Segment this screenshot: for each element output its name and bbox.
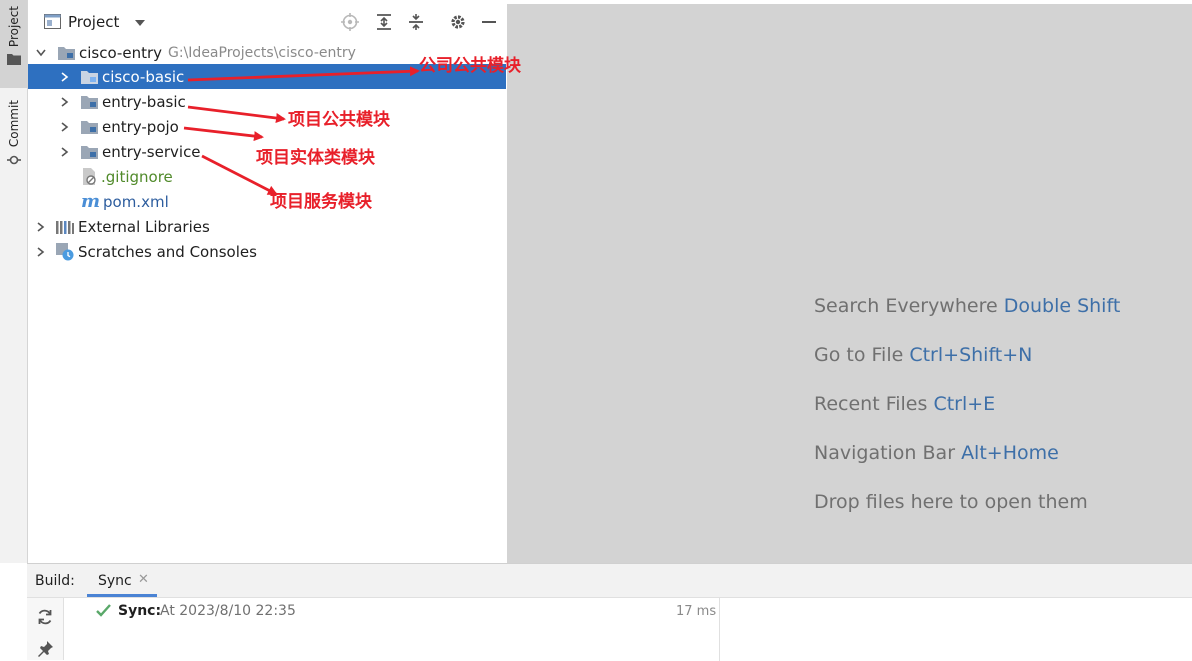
success-check-icon [96, 604, 111, 617]
build-pane-divider [719, 598, 720, 661]
build-label: Build: [35, 573, 75, 589]
project-panel-title[interactable]: Project [68, 13, 119, 31]
chevron-down-icon[interactable] [34, 46, 48, 60]
libraries-icon [56, 220, 74, 234]
hide-panel-icon[interactable] [479, 12, 499, 32]
annotation-label: 公司公共模块 [419, 56, 521, 76]
commit-tool-tab-label: Commit [6, 100, 21, 148]
project-view-icon [44, 14, 61, 29]
hint-text: Go to File [814, 344, 904, 366]
project-tool-tab-label: Project [6, 6, 21, 48]
module-folder-icon [81, 70, 98, 84]
hint-search-everywhere: Search Everywhere Double Shift [814, 295, 1120, 317]
annotation-label: 项目公共模块 [288, 110, 390, 130]
pin-icon[interactable] [36, 640, 54, 658]
hint-text: Drop files here to open them [814, 491, 1088, 513]
build-output-panel: Sync: At 2023/8/10 22:35 17 ms [27, 597, 1192, 661]
tree-item-label: External Libraries [78, 217, 210, 236]
hint-shortcut: Alt+Home [961, 442, 1059, 464]
tree-item-entry-pojo[interactable]: entry-pojo [58, 114, 179, 139]
annotation-label: 项目服务模块 [270, 192, 372, 212]
dropdown-chevron-icon[interactable] [134, 19, 146, 27]
module-folder-icon [58, 46, 75, 60]
build-tab-bar: Build: Sync ✕ [27, 563, 1192, 597]
project-panel-header: Project [28, 4, 506, 38]
chevron-right-icon[interactable] [58, 70, 72, 84]
tree-item-label: entry-pojo [102, 117, 179, 136]
annotation-label: 项目实体类模块 [256, 148, 375, 168]
tab-sync[interactable]: Sync ✕ [87, 564, 157, 597]
expand-all-icon[interactable] [374, 12, 394, 32]
tree-item-label: .gitignore [101, 167, 173, 186]
hint-go-to-file: Go to File Ctrl+Shift+N [814, 344, 1032, 366]
sync-status-time: At 2023/8/10 22:35 [160, 603, 296, 619]
tree-item-entry-basic[interactable]: entry-basic [58, 89, 186, 114]
tree-item-entry-service[interactable]: entry-service [58, 139, 201, 164]
hint-drop-files: Drop files here to open them [814, 491, 1088, 513]
editor-empty-area[interactable]: Search Everywhere Double Shift Go to Fil… [507, 4, 1192, 563]
project-panel: Project cisco-entry G:\IdeaProjects\cisc… [28, 0, 506, 563]
chevron-right-icon[interactable] [34, 245, 48, 259]
root-project-path: G:\IdeaProjects\cisco-entry [168, 44, 356, 61]
folder-icon [6, 54, 21, 66]
tree-item-label: Scratches and Consoles [78, 242, 257, 261]
root-project-name: cisco-entry [79, 43, 163, 62]
close-icon[interactable]: ✕ [138, 572, 149, 587]
chevron-right-icon[interactable] [58, 95, 72, 109]
hint-shortcut: Double Shift [1003, 295, 1121, 317]
maven-icon: m [81, 191, 101, 212]
hint-text: Search Everywhere [814, 295, 998, 317]
project-tool-tab[interactable]: Project [0, 0, 27, 88]
left-tool-strip: Project Commit [0, 0, 28, 563]
chevron-right-icon[interactable] [58, 120, 72, 134]
chevron-right-icon[interactable] [34, 220, 48, 234]
sync-status-label: Sync: [118, 603, 162, 619]
hint-recent-files: Recent Files Ctrl+E [814, 393, 995, 415]
collapse-all-icon[interactable] [406, 12, 426, 32]
module-folder-icon [81, 120, 98, 134]
tree-root-row[interactable]: cisco-entry G:\IdeaProjects\cisco-entry [34, 40, 356, 65]
gitignore-file-icon [83, 168, 96, 185]
tree-item-label: pom.xml [103, 192, 169, 211]
tree-item-label: cisco-basic [102, 67, 185, 86]
commit-icon [6, 155, 21, 165]
tree-item-pom-xml[interactable]: m pom.xml [81, 189, 169, 214]
commit-tool-tab[interactable]: Commit [0, 100, 27, 180]
module-folder-icon [81, 145, 98, 159]
tree-item-external-libraries[interactable]: External Libraries [34, 214, 210, 239]
hint-text: Recent Files [814, 393, 928, 415]
locate-file-icon[interactable] [340, 12, 360, 32]
tree-item-gitignore[interactable]: .gitignore [81, 164, 173, 189]
hint-shortcut: Ctrl+Shift+N [909, 344, 1033, 366]
tree-item-label: entry-basic [102, 92, 186, 111]
refresh-icon[interactable] [36, 608, 54, 626]
chevron-right-icon[interactable] [58, 145, 72, 159]
build-toolbar [27, 598, 64, 660]
scratches-icon [56, 242, 74, 260]
hint-shortcut: Ctrl+E [933, 393, 996, 415]
tree-item-scratches[interactable]: Scratches and Consoles [34, 239, 257, 264]
module-folder-icon [81, 95, 98, 109]
tab-sync-label: Sync [98, 573, 132, 589]
sync-duration: 17 ms [676, 604, 717, 619]
hint-navigation-bar: Navigation Bar Alt+Home [814, 442, 1059, 464]
hint-text: Navigation Bar [814, 442, 956, 464]
tree-item-label: entry-service [102, 142, 201, 161]
gear-icon[interactable] [448, 12, 468, 32]
